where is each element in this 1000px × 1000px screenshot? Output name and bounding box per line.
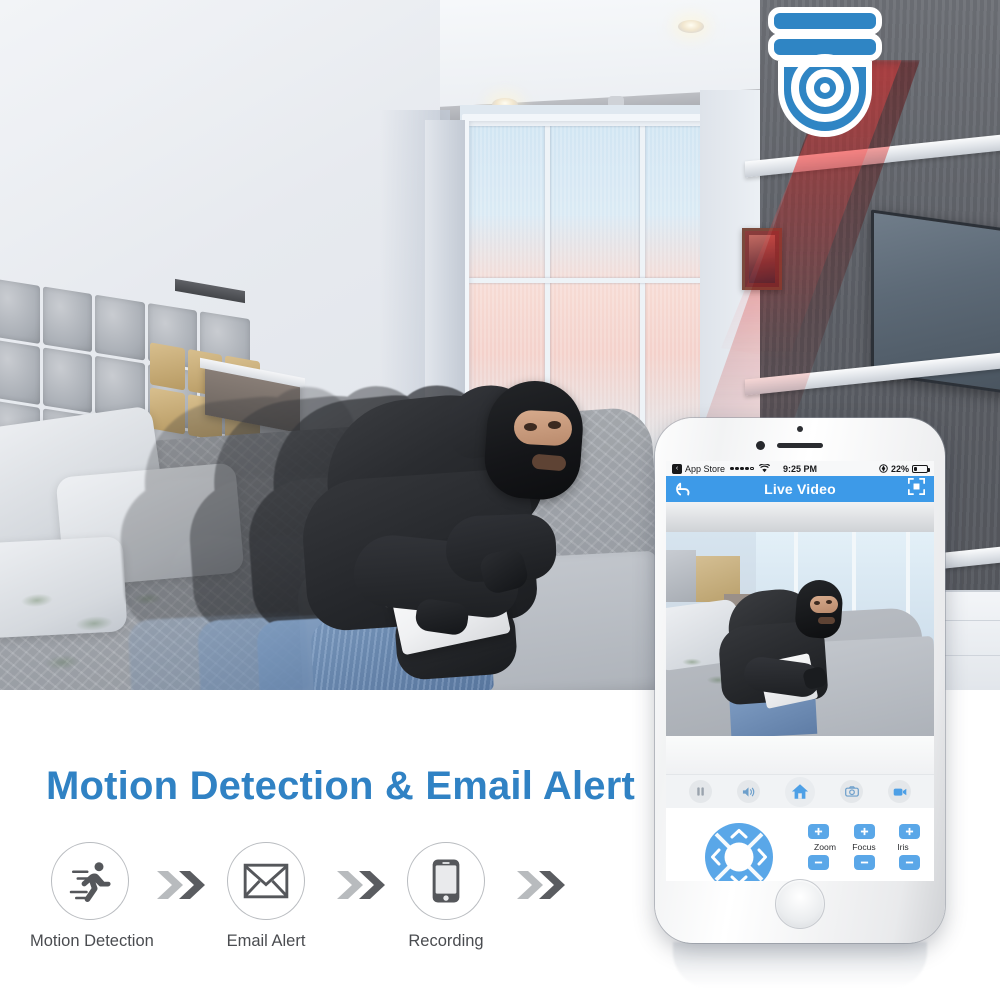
intruder-figure xyxy=(116,355,586,690)
status-bar-time: 9:25 PM xyxy=(782,463,817,474)
flow-step-label: Motion Detection xyxy=(30,932,154,950)
intruder-body xyxy=(296,355,626,690)
audio-button[interactable] xyxy=(736,780,760,803)
smartphone-mockup: ‹ App Store 9:25 PM 22% Live Video Zoom … xyxy=(655,418,945,988)
running-person-icon xyxy=(69,862,111,902)
video-icon xyxy=(893,788,907,796)
pause-icon xyxy=(696,787,704,796)
minus-button-row xyxy=(808,855,920,870)
motion-detection-icon-circle xyxy=(51,842,129,920)
double-chevron-right-icon xyxy=(515,868,571,902)
focus-plus-button[interactable] xyxy=(853,824,875,839)
live-video-feed[interactable] xyxy=(666,532,934,736)
iris-label: Iris xyxy=(897,842,909,852)
snapshot-icon xyxy=(844,786,859,797)
video-bottom-bar xyxy=(666,736,934,774)
home-hardware-button[interactable] xyxy=(775,879,825,929)
feature-flow: Motion Detection Email Alert Recording xyxy=(30,842,650,982)
flow-step-label: Email Alert xyxy=(226,932,306,950)
pause-button[interactable] xyxy=(688,780,712,803)
nav-title: Live Video xyxy=(764,481,836,497)
smartphone-icon xyxy=(432,859,460,903)
minus-icon xyxy=(860,861,868,864)
phone-screen: ‹ App Store 9:25 PM 22% Live Video Zoom … xyxy=(666,461,934,881)
zoom-focus-iris-controls: Zoom Focus Iris xyxy=(808,824,920,870)
envelope-icon xyxy=(243,863,289,899)
dpad-icon[interactable] xyxy=(704,822,774,881)
flow-step-motion-detection[interactable]: Motion Detection xyxy=(30,842,154,951)
minus-icon xyxy=(905,861,914,864)
focus-label: Focus xyxy=(852,842,876,852)
zoom-label: Zoom xyxy=(814,842,836,852)
app-nav-bar: Live Video xyxy=(666,476,934,502)
recording-icon-circle xyxy=(407,842,485,920)
page-title: Motion Detection & Email Alert xyxy=(46,764,636,808)
snapshot-button[interactable] xyxy=(840,780,864,803)
flow-step-email-alert[interactable]: Email Alert xyxy=(206,842,326,951)
iris-plus-button[interactable] xyxy=(899,824,920,839)
earpiece-speaker xyxy=(777,443,823,448)
plus-button-row xyxy=(808,824,920,839)
playback-control-bar xyxy=(666,774,934,808)
speaker-icon xyxy=(742,786,755,797)
email-alert-icon-circle xyxy=(227,842,305,920)
phone-reflection xyxy=(673,942,927,988)
home-button[interactable] xyxy=(784,776,815,807)
home-icon xyxy=(791,784,809,799)
record-button[interactable] xyxy=(888,780,912,803)
ceiling-spotlight xyxy=(678,20,704,33)
zoom-minus-button[interactable] xyxy=(808,855,829,870)
video-top-bar xyxy=(666,502,934,532)
control-labels: Zoom Focus Iris xyxy=(808,842,920,852)
double-chevron-right-icon xyxy=(335,868,391,902)
front-camera xyxy=(756,441,765,450)
plus-icon xyxy=(860,827,868,836)
plus-icon xyxy=(905,827,914,836)
status-bar: ‹ App Store 9:25 PM 22% xyxy=(666,461,934,476)
flow-step-label: Recording xyxy=(408,932,484,950)
minus-icon xyxy=(814,861,823,864)
iris-minus-button[interactable] xyxy=(899,855,920,870)
focus-minus-button[interactable] xyxy=(853,855,875,870)
zoom-plus-button[interactable] xyxy=(808,824,829,839)
battery-icon xyxy=(912,464,930,473)
ptz-panel: Zoom Focus Iris xyxy=(666,808,934,881)
promo-page: Motion Detection & Email Alert Motion De… xyxy=(0,0,1000,1000)
flow-step-recording[interactable]: Recording xyxy=(386,842,506,951)
double-chevron-right-icon xyxy=(155,868,211,902)
phone-body: ‹ App Store 9:25 PM 22% Live Video Zoom … xyxy=(655,418,945,943)
dome-camera-icon xyxy=(765,4,885,144)
plus-icon xyxy=(814,827,823,836)
proximity-sensor xyxy=(797,426,803,432)
